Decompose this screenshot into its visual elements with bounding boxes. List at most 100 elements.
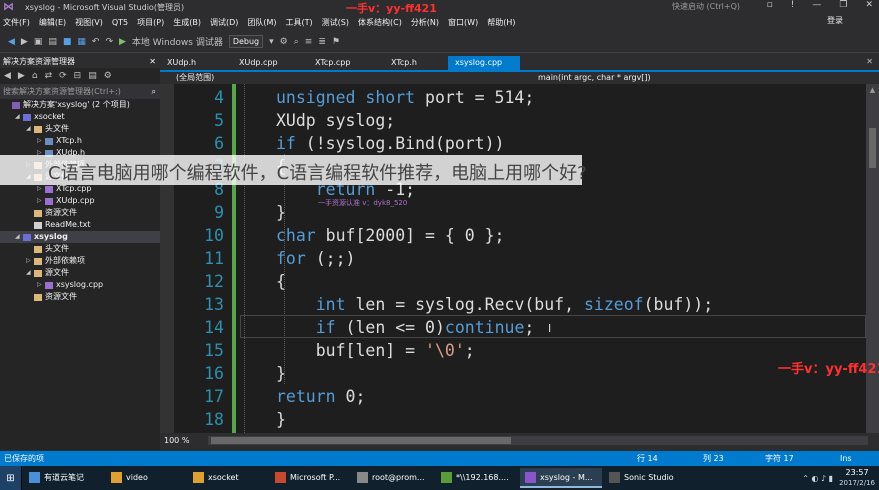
back-icon[interactable]: ◀ xyxy=(4,71,11,81)
tree-item[interactable]: ◢ xsocket xyxy=(0,111,160,123)
tree-expander-icon[interactable]: ▷ xyxy=(37,195,45,207)
redo-icon[interactable]: ↷ xyxy=(105,37,113,47)
menu-item[interactable]: 分析(N) xyxy=(411,17,439,28)
tab-xudp-cpp[interactable]: XUdp.cpp xyxy=(232,56,304,70)
menu-item[interactable]: 视图(V) xyxy=(75,17,103,28)
menu-item[interactable]: 调试(D) xyxy=(210,17,238,28)
code-line[interactable]: } xyxy=(276,362,286,385)
close-panel-icon[interactable]: ✕ xyxy=(149,55,156,68)
tree-expander-icon[interactable]: ◢ xyxy=(15,111,23,123)
start-debug-icon[interactable]: ▶ xyxy=(119,37,126,47)
open-file-icon[interactable]: ▤ xyxy=(48,37,57,47)
code-line[interactable]: } xyxy=(276,408,286,431)
tree-expander-icon[interactable]: ◢ xyxy=(26,267,34,279)
taskbar-item[interactable]: Sonic Studio xyxy=(604,468,684,488)
comment-icon[interactable]: ≡ xyxy=(305,37,313,47)
show-all-files-icon[interactable]: ▤ xyxy=(88,71,97,81)
collapse-all-icon[interactable]: ⊟ xyxy=(74,71,82,81)
code-line[interactable]: char buf[2000] = { 0 }; xyxy=(276,224,505,247)
tree-item[interactable]: 解决方案'xsyslog' (2 个项目) xyxy=(0,99,160,111)
taskbar-item[interactable]: video xyxy=(106,468,186,488)
taskbar-item[interactable]: root@prom... xyxy=(352,468,434,488)
menu-item[interactable]: 测试(S) xyxy=(322,17,349,28)
start-button[interactable]: ⊞ xyxy=(0,466,22,490)
minimize-button[interactable]: — xyxy=(812,0,821,10)
platform-dropdown-icon[interactable]: ▾ xyxy=(269,37,274,47)
tree-item[interactable]: ▷ XUdp.cpp xyxy=(0,195,160,207)
code-line[interactable]: XUdp syslog; xyxy=(276,109,395,132)
tree-item[interactable]: 头文件 xyxy=(0,243,160,255)
vertical-scroll-thumb[interactable] xyxy=(869,128,876,168)
tree-item[interactable]: ▷ XTcp.h xyxy=(0,135,160,147)
menu-item[interactable]: 帮助(H) xyxy=(487,17,515,28)
tree-item[interactable]: ▷ 外部依赖项 xyxy=(0,255,160,267)
uncomment-icon[interactable]: ≣ xyxy=(318,37,326,47)
taskbar-item[interactable]: xsocket xyxy=(188,468,268,488)
attach-icon[interactable]: ⚙ xyxy=(280,37,288,47)
tree-item[interactable]: ◢ 头文件 xyxy=(0,123,160,135)
tree-item[interactable]: ReadMe.txt xyxy=(0,219,160,231)
forward-icon[interactable]: ▶ xyxy=(21,37,28,47)
taskbar-item[interactable]: 有道云笔记 xyxy=(24,468,104,488)
tree-expander-icon[interactable]: ▷ xyxy=(37,279,45,291)
tree-item[interactable]: ◢ xsyslog xyxy=(0,231,160,243)
tree-item[interactable]: ▷ xsyslog.cpp xyxy=(0,279,160,291)
code-line[interactable]: if (!syslog.Bind(port)) xyxy=(276,132,505,155)
maximize-button[interactable]: ❐ xyxy=(839,0,847,10)
code-line[interactable]: if (len <= 0)continue; xyxy=(276,316,535,339)
code-editor[interactable]: 4 unsigned short port = 514; 5 XUdp syslog;… xyxy=(160,84,866,433)
config-dropdown[interactable]: Debug xyxy=(228,35,264,48)
scroll-up-icon[interactable]: ▲ xyxy=(866,86,879,94)
find-icon[interactable]: ⌕ xyxy=(294,37,299,47)
horizontal-scrollbar[interactable] xyxy=(208,436,868,445)
login-link[interactable]: 登录 xyxy=(827,15,843,26)
tab-xudp-h[interactable]: XUdp.h xyxy=(160,56,228,70)
code-line[interactable]: int len = syslog.Recv(buf, sizeof(buf)); xyxy=(276,293,713,316)
pending-changes-icon[interactable]: ⟳ xyxy=(59,71,67,81)
tree-expander-icon[interactable]: ▷ xyxy=(37,135,45,147)
clock[interactable]: 23:57 2017/2/16 xyxy=(839,468,875,488)
code-line[interactable]: { xyxy=(276,270,286,293)
menu-item[interactable]: 团队(M) xyxy=(247,17,276,28)
save-all-icon[interactable]: ▦ xyxy=(77,37,86,47)
horizontal-scroll-thumb[interactable] xyxy=(211,437,511,444)
menu-item[interactable]: 工具(T) xyxy=(286,17,313,28)
tree-expander-icon[interactable]: ◢ xyxy=(15,231,23,243)
properties-icon[interactable]: ⚙ xyxy=(104,71,112,81)
breakpoint-margin[interactable] xyxy=(160,84,174,433)
tree-item[interactable]: 资源文件 xyxy=(0,207,160,219)
menu-item[interactable]: 体系结构(C) xyxy=(358,17,402,28)
code-line[interactable]: for (;;) xyxy=(276,247,355,270)
forward-icon[interactable]: ▶ xyxy=(18,71,25,81)
new-project-icon[interactable]: ▣ xyxy=(34,37,43,47)
taskbar-item[interactable]: xsyslog - M... xyxy=(520,468,602,488)
menu-item[interactable]: 编辑(E) xyxy=(39,17,66,28)
taskbar-item[interactable]: Microsoft P... xyxy=(270,468,350,488)
code-line[interactable]: unsigned short port = 514; xyxy=(276,86,534,109)
sync-icon[interactable]: ⇄ xyxy=(45,71,53,81)
tab-close-icon[interactable]: ✕ xyxy=(866,57,873,66)
search-icon[interactable]: ⌕ xyxy=(152,84,156,99)
vertical-scrollbar[interactable]: ▲ xyxy=(866,84,879,433)
bookmark-icon[interactable]: ⚑ xyxy=(332,37,340,47)
undo-icon[interactable]: ↶ xyxy=(92,37,100,47)
tab-xtcp-h[interactable]: XTcp.h xyxy=(384,56,444,70)
code-line[interactable]: buf[len] = '\0'; xyxy=(276,339,475,362)
menu-item[interactable]: QT5 xyxy=(112,18,128,27)
solution-search-input[interactable]: 搜索解决方案资源管理器(Ctrl+;) ⌕ xyxy=(0,84,160,99)
tray-icons[interactable]: ⌃ ◐ ♪ ▮ xyxy=(802,474,833,483)
tree-item[interactable]: 资源文件 xyxy=(0,291,160,303)
code-line[interactable]: return 0; xyxy=(276,385,365,408)
menu-item[interactable]: 生成(B) xyxy=(173,17,201,28)
tab-xsyslog-cpp[interactable]: xsyslog.cpp xyxy=(448,56,520,70)
taskbar-item[interactable]: *\\192.168.... xyxy=(436,468,518,488)
home-icon[interactable]: ⌂ xyxy=(32,71,38,81)
tab-xtcp-cpp[interactable]: XTcp.cpp xyxy=(308,56,380,70)
close-button[interactable]: ✕ xyxy=(865,0,873,10)
tree-expander-icon[interactable]: ▷ xyxy=(26,255,34,267)
zoom-level[interactable]: 100 % xyxy=(164,436,189,445)
menu-item[interactable]: 文件(F) xyxy=(3,17,30,28)
function-dropdown[interactable]: main(int argc, char * argv[]) xyxy=(538,72,651,83)
save-icon[interactable]: ■ xyxy=(63,37,72,47)
tree-item[interactable]: ◢ 源文件 xyxy=(0,267,160,279)
